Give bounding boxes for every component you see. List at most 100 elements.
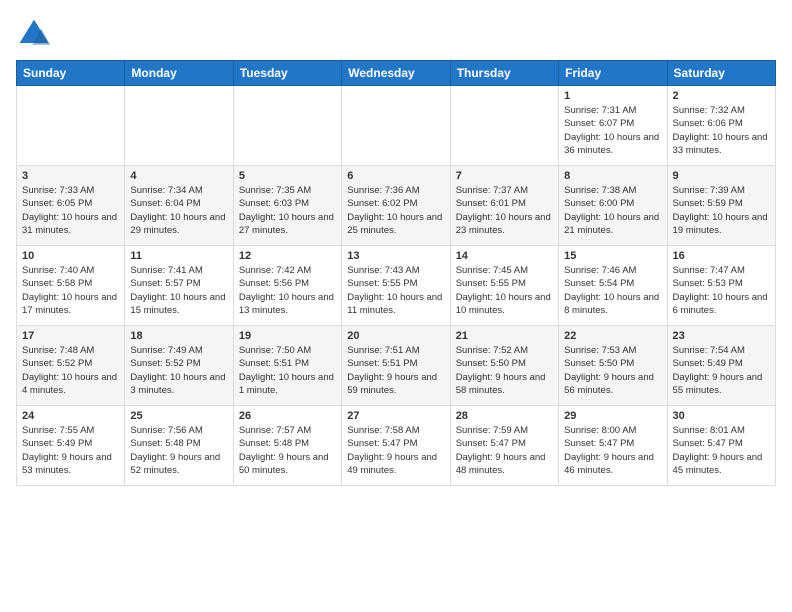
calendar-table: SundayMondayTuesdayWednesdayThursdayFrid…: [16, 60, 776, 486]
day-number: 16: [673, 250, 770, 262]
day-number: 23: [673, 330, 770, 342]
calendar-cell: 26Sunrise: 7:57 AM Sunset: 5:48 PM Dayli…: [233, 406, 341, 486]
day-info: Sunrise: 7:59 AM Sunset: 5:47 PM Dayligh…: [456, 424, 553, 477]
day-number: 29: [564, 410, 661, 422]
calendar-cell: 19Sunrise: 7:50 AM Sunset: 5:51 PM Dayli…: [233, 326, 341, 406]
calendar-cell: [450, 86, 558, 166]
day-info: Sunrise: 7:34 AM Sunset: 6:04 PM Dayligh…: [130, 184, 227, 237]
calendar-cell: 27 Sunrise: 7:58 AM Sunset: 5:47 PM Dayli…: [342, 406, 450, 486]
day-number: 30: [673, 410, 770, 422]
calendar-cell: 14 Sunrise: 7:45 AM Sunset: 5:55 PM Dayli…: [450, 246, 558, 326]
day-info: Sunrise: 7:50 AM Sunset: 5:51 PM Dayligh…: [239, 344, 336, 397]
calendar-cell: 13Sunrise: 7:43 AM Sunset: 5:55 PM Dayli…: [342, 246, 450, 326]
day-info: Sunrise: 7:53 AM Sunset: 5:50 PM Dayligh…: [564, 344, 661, 397]
day-number: 20: [347, 330, 444, 342]
calendar-week-3: 10Sunrise: 7:40 AM Sunset: 5:58 PM Dayli…: [17, 246, 776, 326]
calendar-cell: 11Sunrise: 7:41 AM Sunset: 5:57 PM Dayli…: [125, 246, 233, 326]
day-number: 25: [130, 410, 227, 422]
day-info: Sunrise: 7:49 AM Sunset: 5:52 PM Dayligh…: [130, 344, 227, 397]
day-number: 8: [564, 170, 661, 182]
weekday-header-sunday: Sunday: [17, 61, 125, 86]
weekday-header-thursday: Thursday: [450, 61, 558, 86]
calendar-body: 1 Sunrise: 7:31 AM Sunset: 6:07 PM Daylig…: [17, 86, 776, 486]
day-info: Sunrise: 8:00 AM Sunset: 5:47 PM Dayligh…: [564, 424, 661, 477]
calendar-cell: 20 Sunrise: 7:51 AM Sunset: 5:51 PM Dayli…: [342, 326, 450, 406]
calendar-cell: 2 Sunrise: 7:32 AM Sunset: 6:06 PM Daylig…: [667, 86, 775, 166]
day-number: 17: [22, 330, 119, 342]
calendar-cell: 21 Sunrise: 7:52 AM Sunset: 5:50 PM Dayli…: [450, 326, 558, 406]
weekday-header-saturday: Saturday: [667, 61, 775, 86]
day-info: Sunrise: 7:33 AM Sunset: 6:05 PM Dayligh…: [22, 184, 119, 237]
calendar-cell: 8 Sunrise: 7:38 AM Sunset: 6:00 PM Daylig…: [559, 166, 667, 246]
weekday-header-wednesday: Wednesday: [342, 61, 450, 86]
calendar-cell: 3 Sunrise: 7:33 AM Sunset: 6:05 PM Daylig…: [17, 166, 125, 246]
day-info: Sunrise: 7:43 AM Sunset: 5:55 PM Dayligh…: [347, 264, 444, 317]
calendar-cell: 22 Sunrise: 7:53 AM Sunset: 5:50 PM Dayli…: [559, 326, 667, 406]
calendar-header: SundayMondayTuesdayWednesdayThursdayFrid…: [17, 61, 776, 86]
day-info: Sunrise: 7:39 AM Sunset: 5:59 PM Dayligh…: [673, 184, 770, 237]
day-info: Sunrise: 7:46 AM Sunset: 5:54 PM Dayligh…: [564, 264, 661, 317]
day-info: Sunrise: 7:55 AM Sunset: 5:49 PM Dayligh…: [22, 424, 119, 477]
calendar-cell: 17 Sunrise: 7:48 AM Sunset: 5:52 PM Dayli…: [17, 326, 125, 406]
day-number: 11: [130, 250, 227, 262]
day-number: 4: [130, 170, 227, 182]
day-info: Sunrise: 8:01 AM Sunset: 5:47 PM Dayligh…: [673, 424, 770, 477]
day-number: 24: [22, 410, 119, 422]
calendar-cell: 7 Sunrise: 7:37 AM Sunset: 6:01 PM Daylig…: [450, 166, 558, 246]
logo-icon: [16, 16, 52, 52]
day-number: 2: [673, 90, 770, 102]
day-info: Sunrise: 7:57 AM Sunset: 5:48 PM Dayligh…: [239, 424, 336, 477]
day-number: 3: [22, 170, 119, 182]
weekday-header-friday: Friday: [559, 61, 667, 86]
calendar-cell: 15 Sunrise: 7:46 AM Sunset: 5:54 PM Dayli…: [559, 246, 667, 326]
weekday-header-tuesday: Tuesday: [233, 61, 341, 86]
day-info: Sunrise: 7:51 AM Sunset: 5:51 PM Dayligh…: [347, 344, 444, 397]
day-info: Sunrise: 7:58 AM Sunset: 5:47 PM Dayligh…: [347, 424, 444, 477]
day-number: 7: [456, 170, 553, 182]
calendar-cell: 16 Sunrise: 7:47 AM Sunset: 5:53 PM Dayli…: [667, 246, 775, 326]
day-number: 10: [22, 250, 119, 262]
calendar-cell: [342, 86, 450, 166]
day-number: 1: [564, 90, 661, 102]
day-info: Sunrise: 7:32 AM Sunset: 6:06 PM Dayligh…: [673, 104, 770, 157]
calendar-cell: 29 Sunrise: 8:00 AM Sunset: 5:47 PM Dayli…: [559, 406, 667, 486]
calendar-cell: 25 Sunrise: 7:56 AM Sunset: 5:48 PM Dayli…: [125, 406, 233, 486]
day-number: 28: [456, 410, 553, 422]
calendar-cell: 10Sunrise: 7:40 AM Sunset: 5:58 PM Dayli…: [17, 246, 125, 326]
calendar-cell: 12Sunrise: 7:42 AM Sunset: 5:56 PM Dayli…: [233, 246, 341, 326]
calendar-cell: [125, 86, 233, 166]
day-info: Sunrise: 7:47 AM Sunset: 5:53 PM Dayligh…: [673, 264, 770, 317]
day-number: 9: [673, 170, 770, 182]
day-number: 21: [456, 330, 553, 342]
calendar-cell: 18 Sunrise: 7:49 AM Sunset: 5:52 PM Dayli…: [125, 326, 233, 406]
calendar-cell: 6Sunrise: 7:36 AM Sunset: 6:02 PM Daylig…: [342, 166, 450, 246]
day-info: Sunrise: 7:36 AM Sunset: 6:02 PM Dayligh…: [347, 184, 444, 237]
page: SundayMondayTuesdayWednesdayThursdayFrid…: [0, 0, 792, 502]
day-number: 27: [347, 410, 444, 422]
day-number: 5: [239, 170, 336, 182]
calendar-week-2: 3 Sunrise: 7:33 AM Sunset: 6:05 PM Daylig…: [17, 166, 776, 246]
day-info: Sunrise: 7:38 AM Sunset: 6:00 PM Dayligh…: [564, 184, 661, 237]
calendar-week-5: 24 Sunrise: 7:55 AM Sunset: 5:49 PM Dayli…: [17, 406, 776, 486]
calendar-cell: 30 Sunrise: 8:01 AM Sunset: 5:47 PM Dayli…: [667, 406, 775, 486]
day-number: 22: [564, 330, 661, 342]
calendar-cell: 5Sunrise: 7:35 AM Sunset: 6:03 PM Daylig…: [233, 166, 341, 246]
header: [16, 16, 776, 52]
day-number: 12: [239, 250, 336, 262]
day-info: Sunrise: 7:45 AM Sunset: 5:55 PM Dayligh…: [456, 264, 553, 317]
day-info: Sunrise: 7:56 AM Sunset: 5:48 PM Dayligh…: [130, 424, 227, 477]
day-number: 15: [564, 250, 661, 262]
day-number: 18: [130, 330, 227, 342]
day-info: Sunrise: 7:31 AM Sunset: 6:07 PM Dayligh…: [564, 104, 661, 157]
day-info: Sunrise: 7:52 AM Sunset: 5:50 PM Dayligh…: [456, 344, 553, 397]
calendar-cell: 4 Sunrise: 7:34 AM Sunset: 6:04 PM Daylig…: [125, 166, 233, 246]
day-number: 14: [456, 250, 553, 262]
day-info: Sunrise: 7:48 AM Sunset: 5:52 PM Dayligh…: [22, 344, 119, 397]
logo: [16, 16, 56, 52]
calendar-week-1: 1 Sunrise: 7:31 AM Sunset: 6:07 PM Daylig…: [17, 86, 776, 166]
calendar-cell: 24 Sunrise: 7:55 AM Sunset: 5:49 PM Dayli…: [17, 406, 125, 486]
calendar-cell: 23 Sunrise: 7:54 AM Sunset: 5:49 PM Dayli…: [667, 326, 775, 406]
weekday-header-monday: Monday: [125, 61, 233, 86]
day-info: Sunrise: 7:37 AM Sunset: 6:01 PM Dayligh…: [456, 184, 553, 237]
day-info: Sunrise: 7:54 AM Sunset: 5:49 PM Dayligh…: [673, 344, 770, 397]
